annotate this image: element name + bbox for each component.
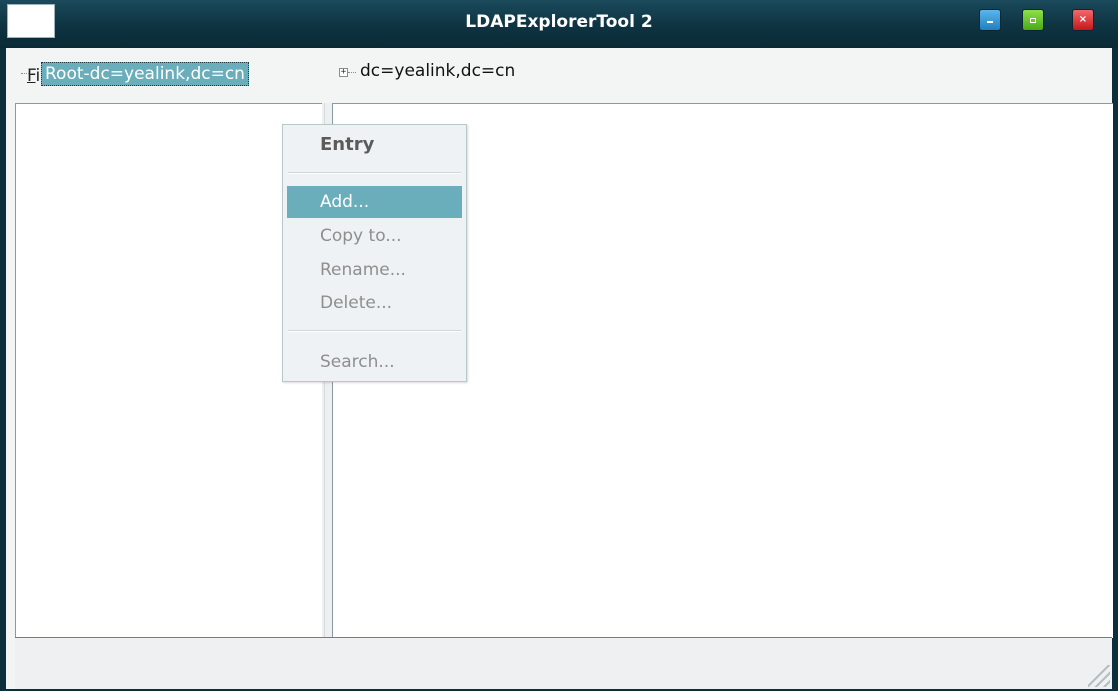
menu-item-copy-to[interactable]: Copy to... <box>287 220 462 252</box>
menu-item-delete[interactable]: Delete... <box>287 287 462 319</box>
maximize-icon <box>1030 17 1036 23</box>
menu-separator <box>288 330 461 332</box>
directory-node[interactable]: dc=yealink,dc=cn <box>360 61 515 81</box>
client-area: File Tools <box>6 48 1113 689</box>
tree-connector <box>348 72 356 73</box>
tree-connector <box>21 73 35 74</box>
minimize-icon <box>987 21 993 23</box>
close-icon: × <box>1078 14 1088 25</box>
tree-pane[interactable] <box>15 103 323 638</box>
tree-root-node[interactable]: Root-dc=yealink,dc=cn <box>41 62 249 86</box>
app-window: LDAPExplorerTool 2 × File Tools Root-dc=… <box>0 0 1118 691</box>
maximize-button[interactable] <box>1022 9 1044 31</box>
expand-icon[interactable]: + <box>339 68 348 77</box>
context-menu: Entry Add... Copy to... Rename... Delete… <box>282 124 467 382</box>
context-menu-header: Entry <box>320 134 375 155</box>
minimize-button[interactable] <box>979 9 1001 31</box>
menu-item-rename[interactable]: Rename... <box>287 254 462 286</box>
close-button[interactable]: × <box>1072 9 1094 31</box>
status-bar <box>15 638 1112 689</box>
title-bar[interactable]: LDAPExplorerTool 2 × <box>0 0 1118 48</box>
window-title: LDAPExplorerTool 2 <box>465 12 653 32</box>
menu-separator <box>288 172 461 174</box>
resize-grip-icon[interactable] <box>1088 665 1110 687</box>
menu-file-mnemonic: F <box>27 66 36 86</box>
menu-item-search[interactable]: Search... <box>287 346 462 378</box>
menu-item-add[interactable]: Add... <box>287 186 462 218</box>
